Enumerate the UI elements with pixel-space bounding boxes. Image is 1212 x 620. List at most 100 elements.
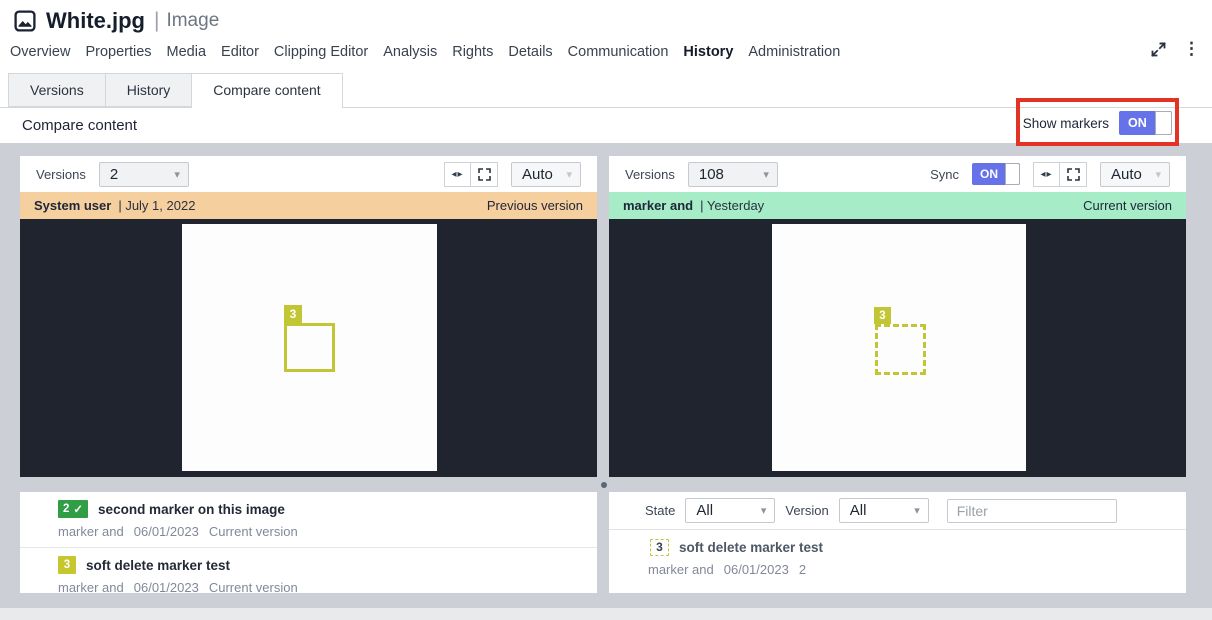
subtab-versions[interactable]: Versions (8, 73, 106, 107)
left-marker-list: 2 ✓ second marker on this image marker a… (20, 492, 597, 593)
marker-date: 06/01/2023 (134, 580, 199, 593)
asset-type-label: Image (166, 10, 219, 32)
nav-tab-media[interactable]: Media (167, 44, 207, 60)
marker-3-region[interactable] (284, 323, 335, 372)
expand-icon[interactable] (1150, 41, 1167, 58)
fullscreen-button[interactable] (471, 162, 498, 187)
state-value: All (696, 502, 713, 519)
marker-3-region-deleted[interactable] (875, 324, 926, 375)
nav-tab-analysis[interactable]: Analysis (383, 44, 437, 60)
compare-header-row: Compare content Show markers ON (0, 108, 1212, 143)
marker-list-item[interactable]: 3 soft delete marker test marker and 06/… (609, 538, 1186, 578)
marker-filter-row: State All ▾ Version All ▾ (609, 492, 1186, 530)
version-value: All (850, 502, 867, 519)
nav-tab-rights[interactable]: Rights (452, 44, 493, 60)
check-icon: ✓ (73, 502, 83, 516)
banner-user: marker and (623, 198, 693, 213)
left-zoom-value: Auto (522, 166, 553, 183)
nav-tab-overview[interactable]: Overview (10, 44, 70, 60)
state-select[interactable]: All ▾ (685, 498, 775, 523)
marker-meta: marker and 06/01/2023 Current version (58, 524, 597, 540)
marker-title: soft delete marker test (86, 558, 230, 573)
previous-version-panel: Versions 2 ▾ ◂▸ Auto ▾ System (20, 156, 597, 593)
subtab-compare-content[interactable]: Compare content (192, 73, 342, 108)
fit-width-button[interactable]: ◂▸ (1033, 162, 1060, 187)
kebab-menu-icon[interactable]: ⋮ (1183, 40, 1200, 58)
left-image-canvas[interactable]: 3 (20, 219, 597, 477)
toggle-on-label: ON (972, 167, 998, 181)
marker-date: 06/01/2023 (134, 524, 199, 540)
fullscreen-button[interactable] (1060, 162, 1087, 187)
toggle-knob (1005, 163, 1020, 185)
asset-title: White.jpg (46, 8, 145, 34)
panel-splitter-handle[interactable] (601, 482, 607, 488)
marker-title: second marker on this image (98, 502, 285, 517)
banner-date: | Yesterday (700, 198, 764, 213)
caret-down-icon: ▾ (566, 168, 572, 181)
app-window: White.jpg | Image ⋮ Overview Properties … (0, 0, 1212, 620)
marker-3-label[interactable]: 3 (284, 305, 302, 323)
asset-titlebar: White.jpg | Image (14, 8, 219, 34)
caret-down-icon: ▾ (914, 504, 920, 517)
left-versions-select[interactable]: 2 ▾ (99, 162, 189, 187)
marker-badge-resolved: 2 ✓ (58, 500, 88, 518)
page-title: Compare content (22, 117, 137, 134)
title-separator: | (154, 9, 159, 33)
pan-arrows-icon: ◂▸ (451, 169, 463, 180)
marker-list-item[interactable]: 3 soft delete marker test marker and 06/… (20, 556, 597, 593)
nav-tab-editor[interactable]: Editor (221, 44, 259, 60)
compare-content-area: Versions 2 ▾ ◂▸ Auto ▾ System (0, 143, 1212, 608)
right-versions-select[interactable]: 108 ▾ (688, 162, 778, 187)
marker-badge: 3 (58, 556, 76, 574)
sync-toggle[interactable]: ON (972, 163, 1020, 185)
show-markers-control: Show markers ON (1023, 111, 1172, 135)
nav-tab-administration[interactable]: Administration (748, 44, 840, 60)
version-select[interactable]: All ▾ (839, 498, 929, 523)
history-subtabs: Versions History Compare content (8, 73, 343, 108)
right-panel-toolbar: Versions 108 ▾ Sync ON ◂▸ (609, 156, 1186, 192)
versions-label: Versions (36, 167, 86, 182)
left-zoom-select[interactable]: Auto ▾ (511, 162, 581, 187)
pan-arrows-icon: ◂▸ (1040, 169, 1052, 180)
previous-version-banner: System user | July 1, 2022 Previous vers… (20, 192, 597, 219)
nav-tab-history[interactable]: History (683, 44, 733, 60)
current-version-panel: Versions 108 ▾ Sync ON ◂▸ (609, 156, 1186, 593)
left-panel-toolbar: Versions 2 ▾ ◂▸ Auto ▾ (20, 156, 597, 192)
marker-title: soft delete marker test (679, 540, 823, 555)
marker-user: marker and (58, 580, 124, 593)
caret-down-icon: ▾ (174, 168, 180, 181)
nav-tab-clipping-editor[interactable]: Clipping Editor (274, 44, 368, 60)
toggle-on-label: ON (1119, 116, 1147, 130)
list-divider (20, 547, 597, 548)
show-markers-toggle[interactable]: ON (1119, 111, 1172, 135)
right-zoom-select[interactable]: Auto ▾ (1100, 162, 1170, 187)
right-marker-list: State All ▾ Version All ▾ 3 soft d (609, 492, 1186, 593)
fullscreen-icon (1067, 168, 1080, 181)
marker-version: 2 (799, 562, 806, 578)
marker-3-label[interactable]: 3 (874, 307, 891, 324)
state-label: State (645, 503, 675, 518)
marker-date: 06/01/2023 (724, 562, 789, 578)
right-zoom-value: Auto (1111, 166, 1142, 183)
marker-meta: marker and 06/01/2023 Current version (58, 580, 597, 593)
nav-tab-communication[interactable]: Communication (568, 44, 669, 60)
current-version-banner: marker and | Yesterday Current version (609, 192, 1186, 219)
right-image-canvas[interactable]: 3 (609, 219, 1186, 477)
caret-down-icon: ▾ (1155, 168, 1161, 181)
left-versions-value: 2 (110, 166, 118, 183)
filter-input[interactable] (947, 499, 1117, 523)
nav-tab-details[interactable]: Details (508, 44, 552, 60)
right-view-buttons: ◂▸ (1033, 162, 1087, 187)
versions-label: Versions (625, 167, 675, 182)
marker-number: 2 (63, 503, 69, 515)
version-tag: Previous version (487, 198, 583, 213)
fit-width-button[interactable]: ◂▸ (444, 162, 471, 187)
window-actions: ⋮ (1150, 40, 1200, 58)
nav-tab-properties[interactable]: Properties (85, 44, 151, 60)
caret-down-icon: ▾ (761, 504, 767, 517)
marker-list-item[interactable]: 2 ✓ second marker on this image marker a… (20, 500, 597, 540)
subtab-history[interactable]: History (106, 73, 193, 107)
toggle-knob (1155, 111, 1172, 135)
show-markers-label: Show markers (1023, 116, 1109, 131)
sync-label: Sync (930, 167, 959, 182)
